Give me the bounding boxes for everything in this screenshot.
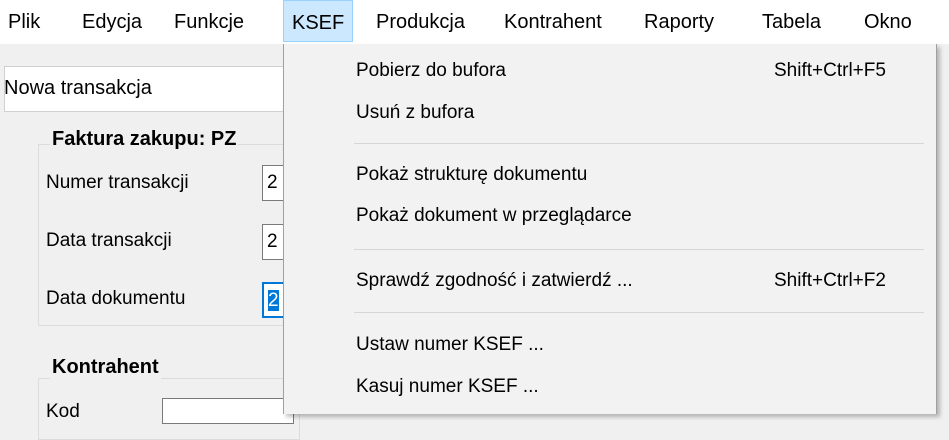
data-dokumentu-value: 2: [268, 290, 279, 311]
menu-item-shortcut: Shift+Ctrl+F2: [774, 270, 886, 291]
menu-kontrahent[interactable]: Kontrahent: [496, 0, 610, 42]
menu-item-usun-z-bufora[interactable]: Usuń z bufora: [284, 94, 936, 134]
menu-item-sprawdz-zgodnosc[interactable]: Sprawdź zgodność i zatwierdź ... Shift+C…: [284, 262, 936, 302]
menu-item-label: Pokaż dokument w przeglądarce: [356, 205, 632, 226]
menu-item-label: Usuń z bufora: [356, 102, 475, 123]
menu-separator: [354, 312, 924, 313]
menu-item-pokaz-strukture[interactable]: Pokaż strukturę dokumentu: [284, 156, 936, 196]
contractor-group-title: Kontrahent: [50, 356, 161, 379]
data-transakcji-label: Data transakcji: [46, 230, 172, 251]
menu-plik[interactable]: Plik: [0, 0, 48, 42]
menu-tabela[interactable]: Tabela: [754, 0, 829, 42]
menu-item-label: Pokaż strukturę dokumentu: [356, 164, 588, 185]
transaction-window: Nowa transakcja Faktura zakupu: PZ Numer…: [0, 44, 300, 440]
menu-edycja[interactable]: Edycja: [74, 0, 150, 42]
menu-item-label: Pobierz do bufora: [356, 60, 506, 81]
menu-produkcja[interactable]: Produkcja: [368, 0, 473, 42]
menu-item-ustaw-numer-ksef[interactable]: Ustaw numer KSEF ...: [284, 326, 936, 366]
kod-input[interactable]: [162, 398, 294, 424]
menu-item-pobierz-do-bufora[interactable]: Pobierz do bufora Shift+Ctrl+F5: [284, 52, 936, 92]
invoice-group-title: Faktura zakupu: PZ: [50, 128, 239, 151]
menu-raporty[interactable]: Raporty: [636, 0, 722, 42]
kod-label: Kod: [46, 401, 80, 422]
menu-item-label: Kasuj numer KSEF ...: [356, 376, 539, 397]
menu-bar: Plik Edycja Funkcje KSEF Produkcja Kontr…: [0, 0, 949, 44]
menu-okno[interactable]: Okno: [856, 0, 920, 42]
menu-item-pokaz-w-przegladarce[interactable]: Pokaż dokument w przeglądarce: [284, 197, 936, 237]
data-dokumentu-label: Data dokumentu: [46, 288, 186, 309]
menu-funkcje[interactable]: Funkcje: [166, 0, 252, 42]
window-title: Nowa transakcja: [4, 77, 152, 99]
menu-item-label: Sprawdź zgodność i zatwierdź ...: [356, 270, 633, 291]
numer-transakcji-label: Numer transakcji: [46, 172, 189, 193]
menu-item-kasuj-numer-ksef[interactable]: Kasuj numer KSEF ...: [284, 368, 936, 408]
menu-separator: [354, 249, 924, 250]
menu-ksef[interactable]: KSEF: [283, 0, 354, 42]
menu-item-label: Ustaw numer KSEF ...: [356, 334, 544, 355]
ksef-dropdown-menu: Pobierz do bufora Shift+Ctrl+F5 Usuń z b…: [283, 44, 937, 414]
menu-separator: [354, 143, 924, 144]
menu-item-shortcut: Shift+Ctrl+F5: [774, 60, 886, 81]
